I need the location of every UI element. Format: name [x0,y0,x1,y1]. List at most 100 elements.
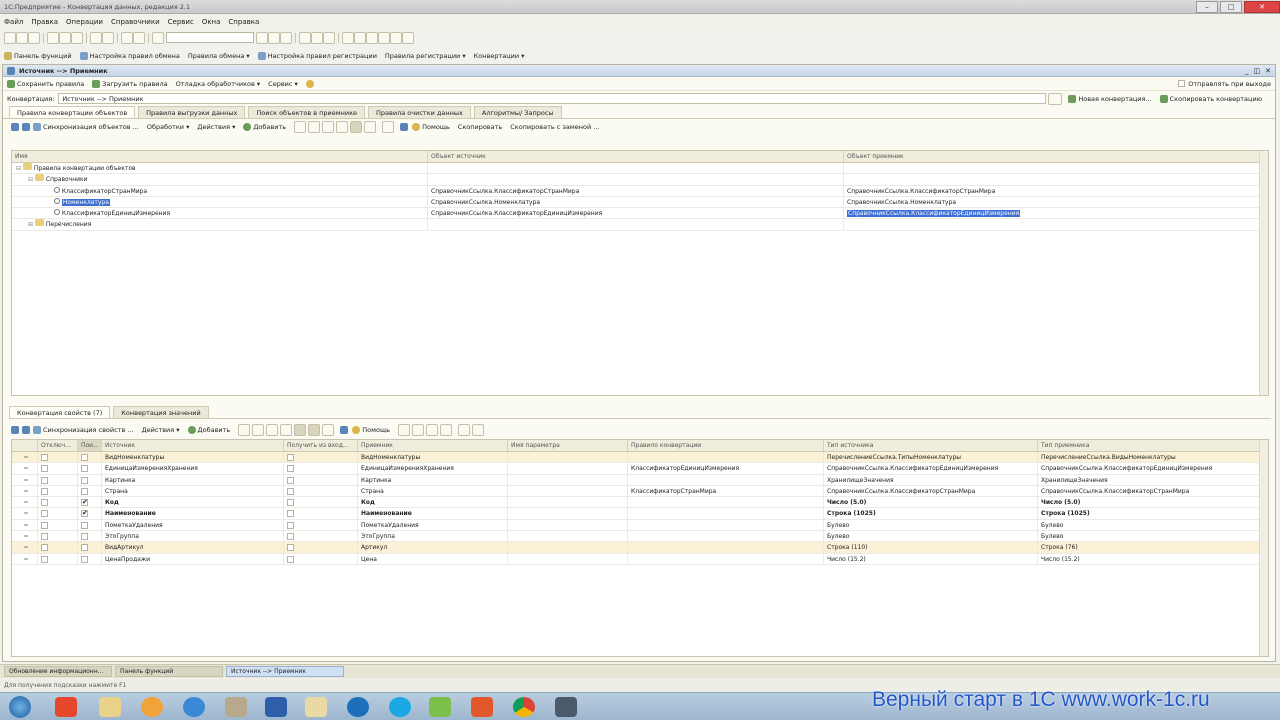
disabled-checkbox[interactable] [38,519,78,531]
prop-up-icon[interactable] [11,425,19,434]
marker-icon[interactable] [378,31,390,44]
prop-header-disabled[interactable]: Отключ... [38,440,78,451]
redo-icon[interactable] [133,31,145,44]
minimize-button[interactable]: – [1196,0,1218,13]
prop-header-search[interactable]: Пои... [78,440,102,451]
get-input-checkbox[interactable] [284,519,358,531]
disabled-checkbox[interactable] [38,542,78,553]
delete-icon[interactable] [336,120,349,133]
debug-handlers-menu[interactable]: Отладка обработчиков ▾ [176,80,261,88]
get-input-checkbox[interactable] [284,474,358,485]
prop-refresh-icon[interactable] [322,423,335,436]
search-input[interactable] [166,32,254,43]
get-input-checkbox[interactable] [284,531,358,542]
props-scrollbar[interactable] [1259,440,1268,656]
tab-data-export-rules[interactable]: Правила выгрузки данных [138,106,246,118]
prop-check-icon[interactable] [294,423,307,436]
disabled-checkbox[interactable] [38,531,78,542]
tab-value-conversion[interactable]: Конвертация значений [113,406,209,418]
prop-header-param[interactable]: Имя параметра [508,440,628,451]
prop-next-icon[interactable] [411,423,424,436]
disabled-checkbox[interactable] [38,497,78,508]
search-checkbox[interactable] [78,463,102,474]
tree-row[interactable]: КлассификаторСтранМира СправочникСсылка.… [12,185,1268,197]
new-icon[interactable] [4,31,16,44]
copy-row-icon[interactable] [308,120,321,133]
disabled-checkbox[interactable] [38,508,78,519]
preview-icon[interactable] [102,31,114,44]
prop-down-icon[interactable] [22,425,30,434]
prop-check2-icon[interactable] [308,423,321,436]
cut-icon[interactable] [47,31,59,44]
prop-export-icon[interactable] [457,423,470,436]
search-checkbox[interactable] [78,497,102,508]
edit-icon[interactable] [322,120,335,133]
prop-copy-icon[interactable] [252,423,265,436]
taskbar-chrome-icon[interactable] [506,694,542,720]
menu-file[interactable]: Файл [4,18,23,26]
taskbar-arrow-icon[interactable] [422,694,458,720]
processing-menu[interactable]: Обработки ▾ [147,123,190,131]
prop-header-get-input[interactable]: Получить из вход... [284,440,358,451]
sync-objects-button[interactable]: Синхронизация объектов ... [43,123,139,131]
taskbar-ie-icon[interactable] [176,694,212,720]
replace-icon[interactable] [268,31,280,44]
taskbar-skype-blue-icon[interactable] [340,694,376,720]
disabled-checkbox[interactable] [38,474,78,485]
up-icon[interactable] [11,122,19,131]
taskbar-1c-icon[interactable] [48,694,84,720]
get-input-checkbox[interactable] [284,497,358,508]
tab-property-conversion[interactable]: Конвертация свойств (7) [9,406,111,418]
get-input-checkbox[interactable] [284,463,358,474]
get-input-checkbox[interactable] [284,553,358,564]
prop-row[interactable]: ═ ЕдиницаИзмеренияХранения ЕдиницаИзмерени… [12,463,1268,475]
doc-minimize-button[interactable]: _ [1245,67,1249,75]
chart-icon[interactable] [366,31,378,44]
taskbar-office-icon[interactable] [464,694,500,720]
prop-find-icon[interactable] [397,423,410,436]
get-input-checkbox[interactable] [284,508,358,519]
taskbar-media-icon[interactable] [134,694,170,720]
prop-arrows-icon[interactable] [340,425,349,434]
print-icon[interactable] [90,31,102,44]
search-checkbox[interactable] [78,485,102,497]
taskbar-doc-icon[interactable] [298,694,334,720]
open-icon[interactable] [16,31,28,44]
prop-header-src-type[interactable]: Тип источника [824,440,1038,451]
menu-operations[interactable]: Операции [66,18,103,26]
sync-properties-button[interactable]: Синхронизация свойств ... [43,426,134,434]
functions-panel-button[interactable]: Панель функций [14,52,72,60]
disabled-checkbox[interactable] [38,463,78,474]
calendar-icon[interactable] [311,31,323,44]
refresh-icon[interactable] [364,120,377,133]
tree-row[interactable]: ⊞ Перечисления [12,219,1268,231]
prop-add-button[interactable]: Добавить [198,426,231,434]
copy-icon[interactable] [59,31,71,44]
registration-rules-settings-button[interactable]: Настройка правил регистрации [268,52,377,60]
tab-algorithms-queries[interactable]: Алгоритмы/ Запросы [473,106,562,118]
add-button[interactable]: Добавить [253,123,286,131]
save-rules-button[interactable]: Сохранить правила [17,80,84,88]
tab-object-conversion-rules[interactable]: Правила конвертации объектов [9,106,136,118]
clock-icon[interactable] [323,31,335,44]
search-checkbox[interactable] [78,474,102,485]
text-icon[interactable] [354,31,366,44]
tree-scrollbar[interactable] [1259,151,1268,395]
tab-data-cleanup-rules[interactable]: Правила очистки данных [368,106,471,118]
check-icon[interactable] [350,120,363,133]
help-icon[interactable] [305,79,314,88]
actions-menu[interactable]: Действия ▾ [197,123,235,131]
prop-sort-icon[interactable] [439,423,452,436]
taskbar-explorer-icon[interactable] [92,694,128,720]
arrows-icon[interactable] [400,122,409,131]
tree-row-selected[interactable]: Номенклатура СправочникСсылка.Номенклату… [12,196,1268,209]
taskbar-tool-icon[interactable] [218,694,254,720]
window-tab-conversion[interactable]: Источник --> Приемник [226,666,344,677]
prop-row[interactable]: ═ ВидАртикул Артикул Строка (110) Строка (76… [12,542,1268,554]
tree-row[interactable]: КлассификаторЕдиницИзмерения СправочникС… [12,208,1268,220]
taskbar-users-icon[interactable] [258,694,294,720]
search-checkbox[interactable] [78,531,102,542]
prop-row[interactable]: ═ Наименование Наименование Строка (1025)Ст… [12,508,1268,520]
menu-edit[interactable]: Правка [31,18,58,26]
hint-icon[interactable] [402,31,414,44]
